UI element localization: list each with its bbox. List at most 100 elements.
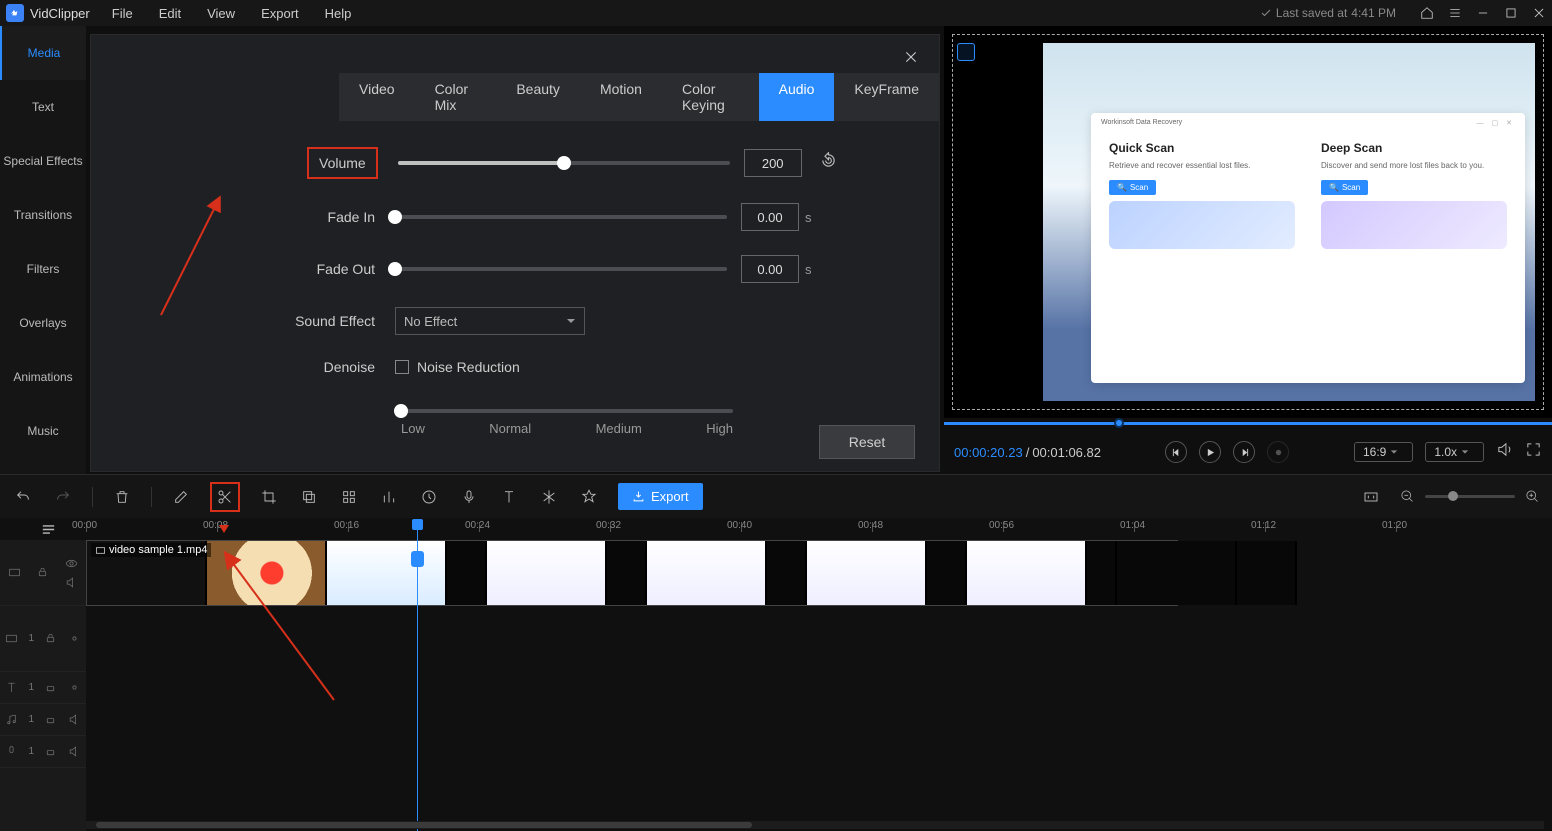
fade-out-slider[interactable] <box>395 267 727 271</box>
tab-beauty[interactable]: Beauty <box>496 73 580 121</box>
fit-timeline-button[interactable] <box>1360 486 1382 508</box>
fullscreen-icon[interactable] <box>1525 441 1542 463</box>
quick-scan-illustration <box>1109 201 1295 249</box>
sound-effect-select[interactable]: No Effect <box>395 307 585 335</box>
preview-app-window-controls: — ▢ ✕ <box>1477 119 1515 127</box>
sound-effect-label: Sound Effect <box>261 313 395 329</box>
panel-close-button[interactable] <box>903 49 919 70</box>
timeline-tracks[interactable]: video sample 1.mp4 <box>86 540 1552 821</box>
aspect-ratio-select[interactable]: 16:9 <box>1354 442 1413 462</box>
volume-label: Volume <box>307 147 378 179</box>
preview-seek-bar[interactable] <box>944 418 1552 430</box>
text-tool-button[interactable] <box>498 486 520 508</box>
sidebar-item-filters[interactable]: Filters <box>0 242 86 296</box>
video-clip[interactable]: video sample 1.mp4 <box>86 540 1178 606</box>
menu-file[interactable]: File <box>112 6 133 21</box>
tab-keyframe[interactable]: KeyFrame <box>834 73 939 121</box>
crop-button[interactable] <box>258 486 280 508</box>
timeline: 00:00 00:08 00:16 00:24 00:32 00:40 00:4… <box>0 518 1552 831</box>
last-saved-label: Last saved at 4:41 PM <box>1260 6 1396 20</box>
app-icon <box>6 4 24 22</box>
sidebar-item-overlays[interactable]: Overlays <box>0 296 86 350</box>
sidebar-item-text[interactable]: Text <box>0 80 86 134</box>
volume-reset-icon[interactable] <box>820 152 837 174</box>
record-button[interactable] <box>1267 441 1289 463</box>
split-button[interactable] <box>210 482 240 512</box>
tab-motion[interactable]: Motion <box>580 73 662 121</box>
deep-scan-button: 🔍 Scan <box>1321 180 1368 195</box>
quick-scan-button: 🔍 Scan <box>1109 180 1156 195</box>
fade-out-label: Fade Out <box>261 261 395 277</box>
track-text-header[interactable]: 1 <box>0 672 86 704</box>
hamburger-icon[interactable] <box>1448 6 1462 20</box>
marker-button[interactable] <box>578 486 600 508</box>
deep-scan-desc: Discover and send more lost files back t… <box>1321 161 1507 171</box>
preview-volume-icon[interactable] <box>1496 441 1513 463</box>
duplicate-button[interactable] <box>298 486 320 508</box>
tab-audio[interactable]: Audio <box>759 73 835 121</box>
menu-edit[interactable]: Edit <box>159 6 181 21</box>
play-button[interactable] <box>1199 441 1221 463</box>
preview-app-title: Workinsoft Data Recovery <box>1101 119 1182 126</box>
window-buttons <box>1420 6 1546 20</box>
fade-out-input[interactable] <box>741 255 799 283</box>
quick-scan-desc: Retrieve and recover essential lost file… <box>1109 161 1295 171</box>
freeze-frame-button[interactable] <box>538 486 560 508</box>
menu-view[interactable]: View <box>207 6 235 21</box>
speed-button[interactable] <box>418 486 440 508</box>
playhead[interactable] <box>417 519 418 831</box>
timecode: 00:00:20.23/00:01:06.82 <box>954 445 1101 460</box>
deep-scan-illustration <box>1321 201 1507 249</box>
redo-button[interactable] <box>52 486 74 508</box>
sidebar-item-transitions[interactable]: Transitions <box>0 188 86 242</box>
prev-frame-button[interactable] <box>1165 441 1187 463</box>
preview-controls: 00:00:20.23/00:01:06.82 16:9 1.0x <box>944 430 1552 474</box>
tab-color-mix[interactable]: Color Mix <box>415 73 497 121</box>
sidebar-item-media[interactable]: Media <box>0 26 86 80</box>
timeline-ruler[interactable]: 00:00 00:08 00:16 00:24 00:32 00:40 00:4… <box>86 518 1552 540</box>
playback-speed-select[interactable]: 1.0x <box>1425 442 1484 462</box>
next-frame-button[interactable] <box>1233 441 1255 463</box>
denoise-level-slider[interactable] <box>401 409 733 413</box>
mosaic-button[interactable] <box>338 486 360 508</box>
track-video-header[interactable] <box>0 540 86 606</box>
minimize-icon[interactable] <box>1476 6 1490 20</box>
undo-button[interactable] <box>12 486 34 508</box>
edit-button[interactable] <box>170 486 192 508</box>
fade-in-slider[interactable] <box>395 215 727 219</box>
fade-in-label: Fade In <box>261 209 395 225</box>
track-audio-header[interactable]: 1 <box>0 704 86 736</box>
track-overlay-header[interactable]: 1 <box>0 606 86 672</box>
zoom-out-button[interactable] <box>1400 489 1415 504</box>
preview-canvas[interactable]: Workinsoft Data Recovery — ▢ ✕ Quick Sca… <box>944 26 1552 418</box>
tab-video[interactable]: Video <box>339 73 415 121</box>
sidebar-item-special-effects[interactable]: Special Effects <box>0 134 86 188</box>
sidebar-item-music[interactable]: Music <box>0 404 86 458</box>
volume-slider[interactable] <box>398 161 730 165</box>
timeline-scrollbar[interactable] <box>86 821 1544 829</box>
close-icon[interactable] <box>1532 6 1546 20</box>
title-bar: VidClipper File Edit View Export Help La… <box>0 0 1552 26</box>
sidebar-item-animations[interactable]: Animations <box>0 350 86 404</box>
delete-button[interactable] <box>111 486 133 508</box>
stats-button[interactable] <box>378 486 400 508</box>
app-name: VidClipper <box>30 6 90 21</box>
home-icon[interactable] <box>1420 6 1434 20</box>
menu-bar: File Edit View Export Help <box>112 6 352 21</box>
volume-input[interactable] <box>744 149 802 177</box>
fade-in-input[interactable] <box>741 203 799 231</box>
reset-button[interactable]: Reset <box>819 425 915 459</box>
noise-reduction-checkbox[interactable] <box>395 360 409 374</box>
tab-color-keying[interactable]: Color Keying <box>662 73 759 121</box>
timeline-marker <box>219 525 229 533</box>
menu-export[interactable]: Export <box>261 6 299 21</box>
menu-help[interactable]: Help <box>325 6 352 21</box>
zoom-slider[interactable] <box>1425 495 1515 498</box>
zoom-in-button[interactable] <box>1525 489 1540 504</box>
voiceover-button[interactable] <box>458 486 480 508</box>
preview-pane: Workinsoft Data Recovery — ▢ ✕ Quick Sca… <box>944 26 1552 474</box>
maximize-icon[interactable] <box>1504 6 1518 20</box>
track-voice-header[interactable]: 1 <box>0 736 86 768</box>
properties-panel: Video Color Mix Beauty Motion Color Keyi… <box>90 34 940 472</box>
export-button[interactable]: Export <box>618 483 703 510</box>
